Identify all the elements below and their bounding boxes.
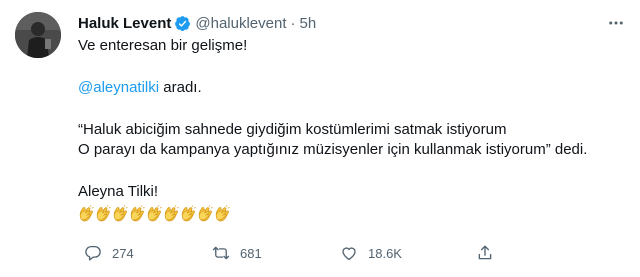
retweet-count: 681 (240, 245, 262, 261)
more-icon[interactable] (604, 13, 628, 33)
clapping-hands-emoji (198, 205, 213, 222)
like-count: 18.6K (368, 245, 402, 261)
tweet-actions: 274 681 18.6K (84, 244, 506, 262)
tweet-time[interactable]: 5h (300, 15, 317, 32)
reply-icon (85, 245, 101, 261)
tweet-quote-line-2: O parayı da kampanya yaptığınız müzisyen… (78, 141, 588, 158)
clapping-hands-emoji (96, 205, 111, 222)
clapping-hands-emoji (147, 205, 162, 222)
tweet-quote-line-1: “Haluk abiciğim sahnede giydiğim kostüml… (78, 121, 507, 138)
mention-suffix: aradı. (159, 79, 202, 96)
clapping-hands-emoji (181, 205, 196, 222)
tweet: Haluk Levent @haluklevent · 5h Ve entere… (0, 0, 640, 277)
tweet-content: Haluk Levent @haluklevent · 5h Ve entere… (78, 12, 628, 223)
avatar[interactable] (15, 12, 61, 58)
retweet-icon (212, 246, 230, 260)
verified-badge-icon (174, 15, 191, 32)
reply-count: 274 (112, 245, 134, 261)
author-name[interactable]: Haluk Levent (78, 15, 171, 32)
clapping-hands-emoji (215, 205, 230, 222)
tweet-closing: Aleyna Tilki! (78, 183, 159, 200)
mention-link[interactable]: @aleynatilki (78, 79, 159, 96)
clap-emoji-row (78, 205, 628, 223)
share-button[interactable] (476, 244, 506, 262)
retweet-button[interactable]: 681 (212, 244, 340, 262)
tweet-header: Haluk Levent @haluklevent · 5h (78, 12, 628, 34)
heart-icon (342, 247, 356, 261)
share-icon (478, 245, 492, 260)
clapping-hands-emoji (130, 205, 145, 222)
author-handle[interactable]: @haluklevent (195, 15, 286, 32)
tweet-body: Ve enteresan bir gelişme! @aleynatilki a… (78, 36, 628, 223)
like-button[interactable]: 18.6K (340, 244, 468, 262)
clapping-hands-emoji (113, 205, 128, 222)
clapping-hands-emoji (79, 205, 94, 222)
reply-button[interactable]: 274 (84, 244, 212, 262)
tweet-line-mention: @aleynatilki aradı. (78, 78, 628, 98)
clapping-hands-emoji (164, 205, 179, 222)
tweet-line-intro: Ve enteresan bir gelişme! (78, 37, 248, 54)
separator-dot: · (290, 14, 296, 32)
